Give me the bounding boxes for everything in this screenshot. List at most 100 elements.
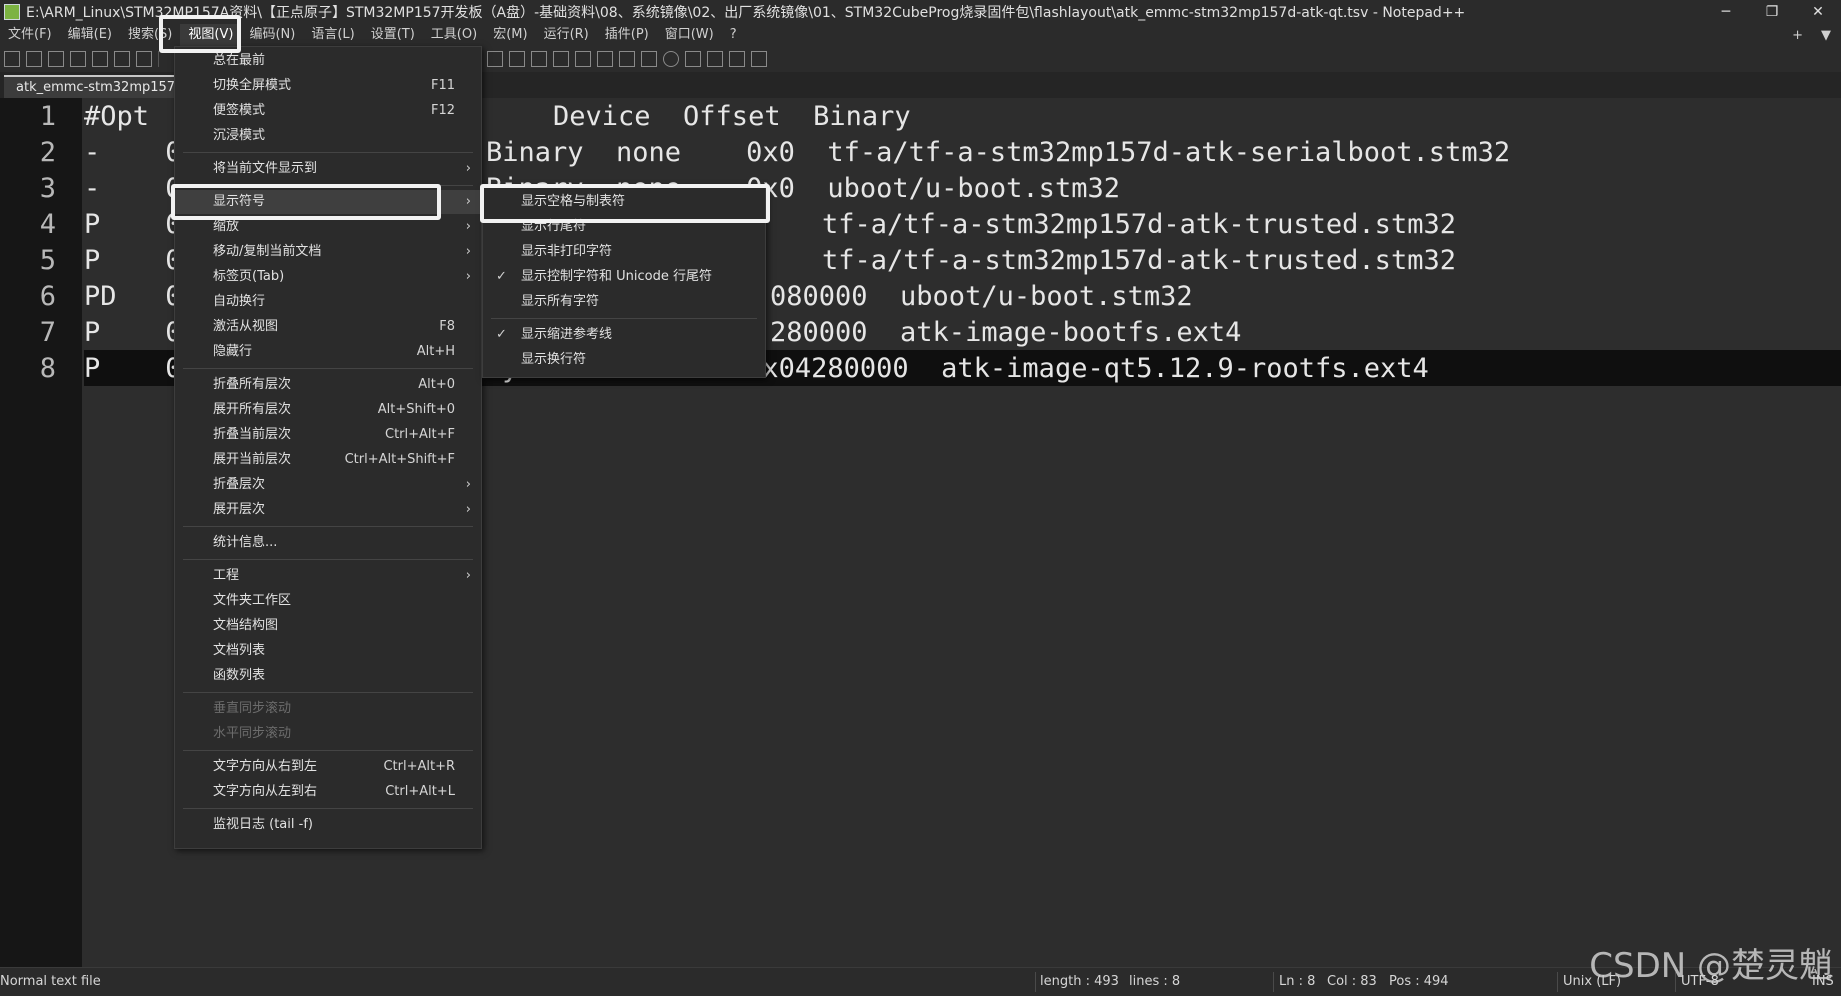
menu-item-hide-lines[interactable]: 隐藏行 Alt+H: [175, 340, 481, 364]
minimize-button[interactable]: ─: [1703, 0, 1749, 24]
menu-macro[interactable]: 宏(M): [485, 24, 535, 46]
play-macro-icon[interactable]: [707, 51, 723, 67]
line-number: 6: [39, 281, 56, 312]
menu-language[interactable]: 语言(L): [303, 24, 362, 46]
menu-item-focus-other-view[interactable]: 激活从视图 F8: [175, 315, 481, 339]
menu-item-label: 显示符号: [213, 194, 266, 209]
menu-item-show-space-tab[interactable]: 显示空格与制表符: [483, 190, 765, 214]
menu-edit[interactable]: 编辑(E): [60, 24, 120, 46]
xml-tag-icon[interactable]: [531, 51, 547, 67]
open-file-icon[interactable]: [26, 51, 42, 67]
save-icon[interactable]: [48, 51, 64, 67]
menu-item-word-wrap[interactable]: 自动换行: [175, 290, 481, 314]
menu-item-function-list[interactable]: 函数列表: [175, 664, 481, 688]
menu-tools[interactable]: 工具(O): [423, 24, 485, 46]
save-macro-icon[interactable]: [751, 51, 767, 67]
menu-item-label: 文档列表: [213, 643, 266, 658]
close-all-icon[interactable]: [114, 51, 130, 67]
menu-item-unfold-level[interactable]: 展开层次 ›: [175, 498, 481, 522]
menu-item-fold-all[interactable]: 折叠所有层次 Alt+0: [175, 373, 481, 397]
menu-item-show-eol[interactable]: 显示行尾符: [483, 215, 765, 239]
menu-item-postit[interactable]: 便签模式 F12: [175, 99, 481, 123]
menu-item-label: 显示非打印字符: [521, 244, 613, 259]
window-title: E:\ARM_Linux\STM32MP157A资料\【正点原子】STM32MP…: [26, 5, 1466, 21]
menu-item-monitoring-tail[interactable]: 监视日志 (tail -f): [175, 813, 481, 837]
menu-item-label: 文字方向从右到左: [213, 759, 318, 774]
menu-item-show-non-printing[interactable]: 显示非打印字符: [483, 240, 765, 264]
code-line-left: - 0: [84, 173, 182, 204]
doc-map-icon[interactable]: [553, 51, 569, 67]
menu-view[interactable]: 视图(V): [180, 24, 242, 46]
menu-item-document-map[interactable]: 文档结构图: [175, 614, 481, 638]
menu-separator: [183, 559, 473, 560]
menu-file[interactable]: 文件(F): [0, 24, 60, 46]
menu-separator: [183, 368, 473, 369]
close-button[interactable]: ✕: [1795, 0, 1841, 24]
title-bar: E:\ARM_Linux\STM32MP157A资料\【正点原子】STM32MP…: [0, 0, 1841, 24]
menu-item-show-indent-guide[interactable]: ✓ 显示缩进参考线: [483, 323, 765, 347]
menu-separator: [183, 808, 473, 809]
menu-item-shortcut: Ctrl+Alt+Shift+F: [344, 452, 455, 467]
show-all-chars-icon[interactable]: [487, 51, 503, 67]
menu-item-move-clone-document[interactable]: 移动/复制当前文档 ›: [175, 240, 481, 264]
submenu-arrow-icon: ›: [465, 219, 471, 234]
folder-workspace-icon[interactable]: [619, 51, 635, 67]
menu-item-shortcut: Alt+0: [418, 377, 455, 392]
notepad-app-icon: [4, 4, 20, 20]
submenu-arrow-icon: ›: [465, 244, 471, 259]
menu-item-document-list[interactable]: 文档列表: [175, 639, 481, 663]
close-file-icon[interactable]: [92, 51, 108, 67]
menu-item-distraction-free[interactable]: 沉浸模式: [175, 124, 481, 148]
menu-item-show-symbol[interactable]: 显示符号 ›: [175, 190, 481, 214]
menu-item-show-control-unicode-eol[interactable]: ✓ 显示控制字符和 Unicode 行尾符: [483, 265, 765, 289]
menu-item-tab[interactable]: 标签页(Tab) ›: [175, 265, 481, 289]
menu-item-zoom[interactable]: 缩放 ›: [175, 215, 481, 239]
menu-item-label: 激活从视图: [213, 319, 279, 334]
function-list-icon[interactable]: [597, 51, 613, 67]
monitor-icon[interactable]: [641, 51, 657, 67]
menu-item-label: 自动换行: [213, 294, 266, 309]
print-icon[interactable]: [136, 51, 152, 67]
restore-button[interactable]: ❐: [1749, 0, 1795, 24]
menu-plugins[interactable]: 插件(P): [597, 24, 657, 46]
add-tab-icon[interactable]: +: [1792, 28, 1803, 43]
menu-separator: [491, 318, 757, 319]
menu-item-label: 标签页(Tab): [213, 269, 285, 284]
menu-item-text-rtl[interactable]: 文字方向从右到左 Ctrl+Alt+R: [175, 755, 481, 779]
tab-list-icon[interactable]: ▼: [1821, 28, 1831, 43]
line-number: 7: [39, 317, 56, 348]
menu-item-label: 将当前文件显示到: [213, 161, 318, 176]
menu-run[interactable]: 运行(R): [536, 24, 597, 46]
menu-item-summary[interactable]: 统计信息...: [175, 531, 481, 555]
tab-active-file[interactable]: atk_emmc-stm32mp157: [4, 75, 188, 98]
menu-item-unfold-current[interactable]: 展开当前层次 Ctrl+Alt+Shift+F: [175, 448, 481, 472]
menu-item-label: 垂直同步滚动: [213, 701, 292, 716]
menu-item-fullscreen[interactable]: 切换全屏模式 F11: [175, 74, 481, 98]
menu-item-text-ltr[interactable]: 文字方向从左到右 Ctrl+Alt+L: [175, 780, 481, 804]
menu-item-show-all-chars[interactable]: 显示所有字符: [483, 290, 765, 314]
new-file-icon[interactable]: [4, 51, 20, 67]
stop-macro-icon[interactable]: [685, 51, 701, 67]
record-macro-icon[interactable]: [663, 51, 679, 67]
menu-item-label: 文件夹工作区: [213, 593, 292, 608]
save-all-icon[interactable]: [70, 51, 86, 67]
menu-item-fold-current[interactable]: 折叠当前层次 Ctrl+Alt+F: [175, 423, 481, 447]
menu-item-shortcut: Ctrl+Alt+F: [385, 427, 455, 442]
menu-item-label: 统计信息...: [213, 535, 278, 550]
menu-bar: 文件(F) 编辑(E) 搜索(S) 视图(V) 编码(N) 语言(L) 设置(T…: [0, 24, 1841, 46]
indent-guide-icon[interactable]: [509, 51, 525, 67]
menu-item-always-on-top[interactable]: 总在最前: [175, 49, 481, 73]
run-macro-multiple-icon[interactable]: [729, 51, 745, 67]
menu-encoding[interactable]: 编码(N): [241, 24, 303, 46]
menu-item-project[interactable]: 工程 ›: [175, 564, 481, 588]
menu-item-view-current-file-in[interactable]: 将当前文件显示到 ›: [175, 157, 481, 181]
doc-list-icon[interactable]: [575, 51, 591, 67]
menu-item-show-wrap-symbol[interactable]: 显示换行符: [483, 348, 765, 372]
menu-settings[interactable]: 设置(T): [363, 24, 423, 46]
menu-item-unfold-all[interactable]: 展开所有层次 Alt+Shift+0: [175, 398, 481, 422]
menu-help[interactable]: ?: [722, 24, 745, 46]
menu-search[interactable]: 搜索(S): [120, 24, 180, 46]
menu-item-fold-level[interactable]: 折叠层次 ›: [175, 473, 481, 497]
menu-item-folder-workspace[interactable]: 文件夹工作区: [175, 589, 481, 613]
menu-window[interactable]: 窗口(W): [657, 24, 722, 46]
